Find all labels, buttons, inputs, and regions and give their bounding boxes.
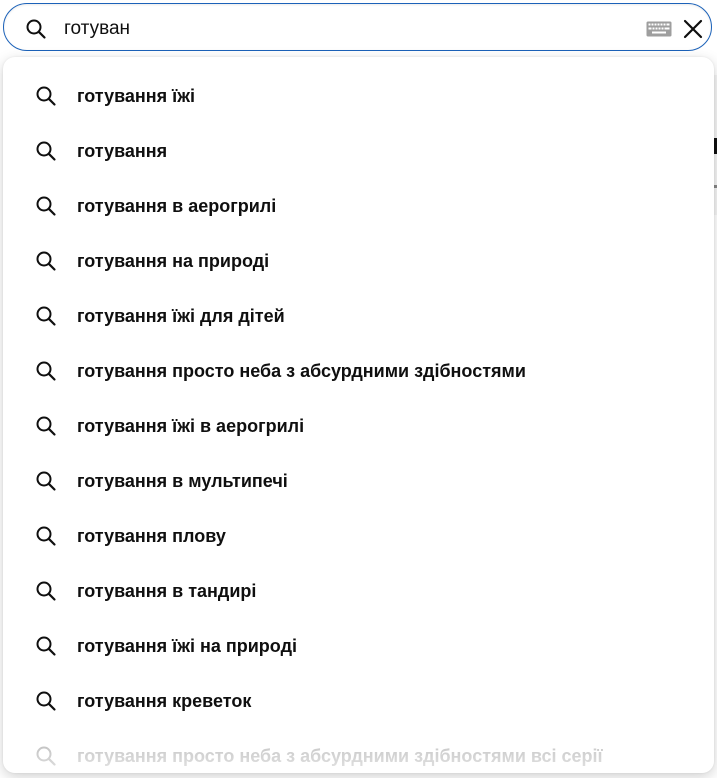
suggestion-label: готування в мультипечі <box>77 471 288 491</box>
search-icon <box>34 579 58 603</box>
search-icon <box>34 304 58 328</box>
search-icon <box>34 469 58 493</box>
suggestion-label: готування їжі в аерогрилі <box>77 416 305 436</box>
search-icon <box>34 524 58 548</box>
suggestion-label: готування їжі на природі <box>77 636 297 656</box>
suggestion-item[interactable]: готування просто неба з абсурдними здібн… <box>3 344 714 399</box>
suggestion-item[interactable]: готування їжі для дітей <box>3 289 714 344</box>
suggestion-label: готування просто неба з абсурдними здібн… <box>77 361 526 381</box>
suggestion-item[interactable]: готування їжі <box>3 69 714 124</box>
suggestion-label: готування просто неба з абсурдними здібн… <box>77 746 603 766</box>
search-icon <box>34 744 58 768</box>
suggestion-label: готування в аерогрилі <box>77 196 277 216</box>
suggestion-label: готування креветок <box>77 691 252 711</box>
search-input[interactable]: готуван <box>64 16 130 42</box>
suggestion-label: готування в тандирі <box>77 581 257 601</box>
suggestion-item[interactable]: готування плову <box>3 509 714 564</box>
search-icon <box>34 249 58 273</box>
suggestion-item[interactable]: готування в мультипечі <box>3 454 714 509</box>
search-icon <box>34 359 58 383</box>
suggestion-item[interactable]: готування просто неба з абсурдними здібн… <box>3 729 714 773</box>
search-icon <box>34 84 58 108</box>
suggestion-item[interactable]: готування креветок <box>3 674 714 729</box>
search-box[interactable]: готуван <box>3 3 712 51</box>
close-icon[interactable] <box>681 17 705 41</box>
suggestion-item[interactable]: готування в тандирі <box>3 564 714 619</box>
suggestion-label: готування <box>77 141 168 161</box>
keyboard-icon[interactable] <box>646 21 672 37</box>
suggestion-label: готування на природі <box>77 251 270 271</box>
suggestion-item[interactable]: готування на природі <box>3 234 714 289</box>
suggestion-label: готування їжі <box>77 86 195 106</box>
search-icon <box>34 634 58 658</box>
suggestion-item[interactable]: готування <box>3 124 714 179</box>
suggestion-item[interactable]: готування їжі в аерогрилі <box>3 399 714 454</box>
search-icon <box>34 194 58 218</box>
suggestion-item[interactable]: готування їжі на природі <box>3 619 714 674</box>
suggestion-label: готування плову <box>77 526 226 546</box>
suggestions-dropdown: готування їжі готування готування в аеро… <box>3 57 714 773</box>
suggestion-label: готування їжі для дітей <box>77 306 285 326</box>
search-icon <box>24 17 48 41</box>
search-icon <box>34 139 58 163</box>
suggestion-item[interactable]: готування в аерогрилі <box>3 179 714 234</box>
search-icon <box>34 414 58 438</box>
search-icon <box>34 689 58 713</box>
